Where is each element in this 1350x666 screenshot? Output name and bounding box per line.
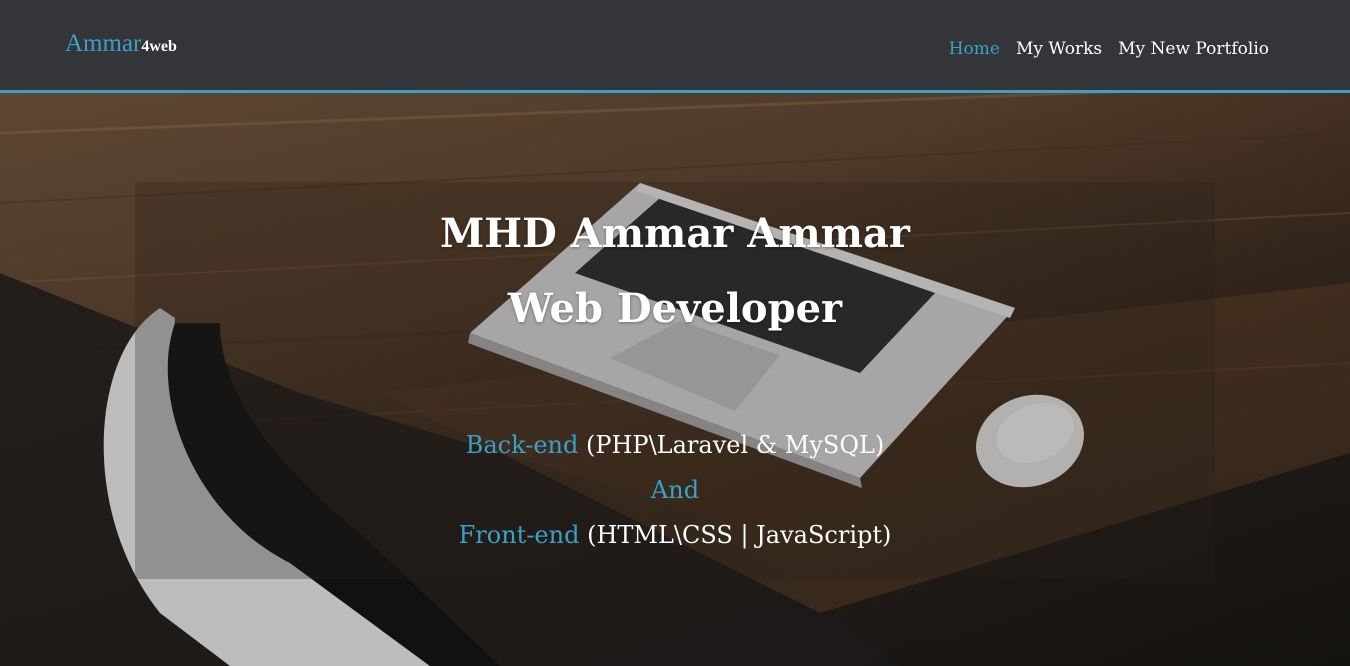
- nav-link-my-works[interactable]: My Works: [1016, 39, 1102, 59]
- nav-link-home[interactable]: Home: [949, 39, 1000, 59]
- backend-detail: (PHP\Laravel & MySQL): [585, 431, 885, 459]
- hero-section: MHD Ammar Ammar Web Developer Back-end (…: [0, 93, 1350, 666]
- frontend-skill-line: Front-end (HTML\CSS | JavaScript): [0, 520, 1350, 550]
- nav-link-my-new-portfolio[interactable]: My New Portfolio: [1118, 39, 1269, 59]
- nav-links: Home My Works My New Portfolio: [949, 39, 1269, 59]
- backend-skill-line: Back-end (PHP\Laravel & MySQL): [0, 430, 1350, 460]
- backend-label: Back-end: [465, 431, 579, 459]
- frontend-label: Front-end: [458, 521, 580, 549]
- top-navbar: Ammar4web Home My Works My New Portfolio: [0, 0, 1350, 93]
- hero-name: MHD Ammar Ammar: [440, 210, 910, 257]
- hero-role: Web Developer: [507, 285, 843, 332]
- brand-sub-text: 4web: [141, 38, 177, 55]
- frontend-detail: (HTML\CSS | JavaScript): [587, 521, 892, 549]
- brand-logo[interactable]: Ammar4web: [65, 30, 177, 61]
- connector-text: And: [650, 476, 700, 504]
- brand-main-text: Ammar: [65, 30, 142, 57]
